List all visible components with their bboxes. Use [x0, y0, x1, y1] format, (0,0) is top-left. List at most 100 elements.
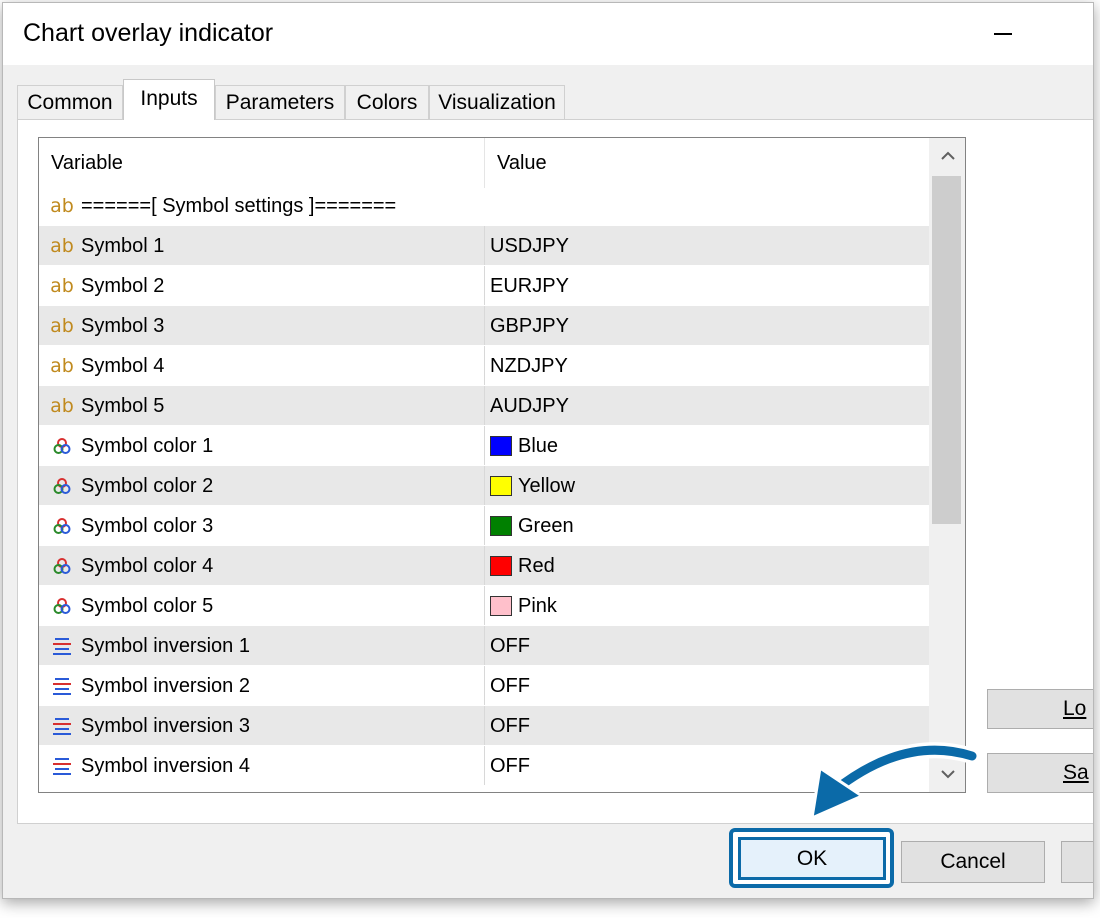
value-label: NZDJPY: [490, 354, 568, 377]
scroll-up-button[interactable]: [929, 138, 965, 174]
variable-cell: ab Symbol 1: [39, 226, 484, 266]
variable-label: Symbol color 4: [81, 554, 214, 577]
scroll-thumb[interactable]: [932, 176, 961, 524]
variable-cell: Symbol inversion 4: [39, 746, 484, 786]
load-button[interactable]: Lo: [987, 689, 1093, 729]
value-label: EURJPY: [490, 274, 569, 297]
value-cell[interactable]: USDJPY: [485, 226, 929, 266]
ab-string-icon: ab: [50, 395, 74, 417]
table-row[interactable]: Symbol inversion 2 OFF: [39, 666, 929, 706]
variable-label: Symbol color 1: [81, 434, 214, 457]
table-row[interactable]: Symbol color 3 Green: [39, 506, 929, 546]
enum-list-icon: [49, 755, 75, 777]
variable-label: Symbol 4: [81, 354, 165, 377]
variable-label: Symbol inversion 2: [81, 674, 250, 697]
color-swatch: [490, 556, 512, 576]
variable-label: Symbol inversion 3: [81, 714, 250, 737]
column-header-value[interactable]: Value: [485, 138, 929, 188]
table-row[interactable]: ab Symbol 1 USDJPY: [39, 226, 929, 266]
tab-colors[interactable]: Colors: [345, 85, 429, 119]
ab-string-icon: ab: [50, 235, 74, 257]
variable-label: Symbol 5: [81, 394, 165, 417]
tab-inputs[interactable]: Inputs: [123, 79, 215, 120]
value-cell[interactable]: EURJPY: [485, 266, 929, 306]
table-row[interactable]: Symbol color 4 Red: [39, 546, 929, 586]
tab-visualization[interactable]: Visualization: [429, 85, 565, 119]
value-label: OFF: [490, 754, 530, 777]
window-title: Chart overlay indicator: [23, 19, 274, 47]
table-row[interactable]: Symbol color 5 Pink: [39, 586, 929, 626]
chevron-down-icon: [940, 770, 955, 779]
value-cell[interactable]: OFF: [485, 626, 929, 666]
table-row[interactable]: Symbol inversion 4 OFF: [39, 746, 929, 786]
value-cell[interactable]: OFF: [485, 666, 929, 706]
value-cell[interactable]: OFF: [485, 746, 929, 786]
tab-parameters[interactable]: Parameters: [215, 85, 345, 119]
value-label: USDJPY: [490, 234, 569, 257]
list-rows: ab ======[ Symbol settings ]======= ab Symb…: [39, 186, 929, 786]
table-row[interactable]: Symbol color 1 Blue: [39, 426, 929, 466]
variable-cell: Symbol color 1: [39, 426, 484, 466]
value-label: AUDJPY: [490, 394, 569, 417]
tab-common[interactable]: Common: [17, 85, 123, 119]
value-cell[interactable]: Blue: [485, 426, 929, 466]
variable-label: Symbol color 5: [81, 594, 214, 617]
value-cell[interactable]: AUDJPY: [485, 386, 929, 426]
variable-cell: ab Symbol 3: [39, 306, 484, 346]
variable-cell: Symbol color 5: [39, 586, 484, 626]
color-swatch: [490, 436, 512, 456]
variable-cell: ab Symbol 4: [39, 346, 484, 386]
variable-label: Symbol 1: [81, 234, 165, 257]
reset-button[interactable]: [1061, 841, 1093, 883]
value-label: GBPJPY: [490, 314, 569, 337]
table-row[interactable]: Symbol inversion 3 OFF: [39, 706, 929, 746]
variable-cell: Symbol color 4: [39, 546, 484, 586]
value-cell[interactable]: NZDJPY: [485, 346, 929, 386]
variable-label: Symbol color 2: [81, 474, 214, 497]
value-cell[interactable]: Red: [485, 546, 929, 586]
value-label: OFF: [490, 714, 530, 737]
variable-cell: ab Symbol 2: [39, 266, 484, 306]
variable-label: ======[ Symbol settings ]=======: [81, 194, 397, 217]
ab-string-icon: ab: [50, 355, 74, 377]
value-label: Yellow: [518, 474, 576, 497]
table-row[interactable]: ab Symbol 5 AUDJPY: [39, 386, 929, 426]
ab-string-icon: ab: [50, 195, 74, 217]
inputs-list[interactable]: Variable Value ab ======[ Symbol settings…: [38, 137, 966, 793]
variable-cell: Symbol inversion 3: [39, 706, 484, 746]
color-circles-icon: [49, 435, 75, 457]
ab-string-icon: ab: [50, 275, 74, 297]
row-divider: [39, 785, 929, 786]
cancel-button[interactable]: Cancel: [901, 841, 1045, 883]
color-circles-icon: [49, 555, 75, 577]
chevron-up-icon: [940, 151, 955, 160]
color-circles-icon: [49, 515, 75, 537]
enum-list-icon: [49, 715, 75, 737]
minimize-button[interactable]: [983, 13, 1023, 55]
value-cell[interactable]: GBPJPY: [485, 306, 929, 346]
color-circles-icon: [49, 475, 75, 497]
scroll-down-button[interactable]: [929, 756, 965, 792]
table-row[interactable]: Symbol inversion 1 OFF: [39, 626, 929, 666]
color-swatch: [490, 596, 512, 616]
table-row[interactable]: ab Symbol 3 GBPJPY: [39, 306, 929, 346]
variable-cell: Symbol color 3: [39, 506, 484, 546]
table-row[interactable]: ab Symbol 4 NZDJPY: [39, 346, 929, 386]
value-label: Blue: [518, 434, 559, 457]
table-row[interactable]: Symbol color 2 Yellow: [39, 466, 929, 506]
ab-string-icon: ab: [50, 315, 74, 337]
value-cell[interactable]: OFF: [485, 706, 929, 746]
column-header-variable[interactable]: Variable: [39, 138, 484, 188]
ok-button[interactable]: OK: [738, 837, 886, 880]
value-cell[interactable]: Green: [485, 506, 929, 546]
value-cell[interactable]: Pink: [485, 586, 929, 626]
variable-cell: ab ======[ Symbol settings ]=======: [39, 186, 484, 226]
save-button[interactable]: Sa: [987, 753, 1093, 793]
list-header: Variable Value: [39, 138, 929, 188]
enum-list-icon: [49, 635, 75, 657]
value-label: Green: [518, 514, 574, 537]
table-row[interactable]: ab ======[ Symbol settings ]=======: [39, 186, 929, 226]
table-row[interactable]: ab Symbol 2 EURJPY: [39, 266, 929, 306]
value-cell[interactable]: Yellow: [485, 466, 929, 506]
vertical-scrollbar[interactable]: [929, 138, 965, 792]
